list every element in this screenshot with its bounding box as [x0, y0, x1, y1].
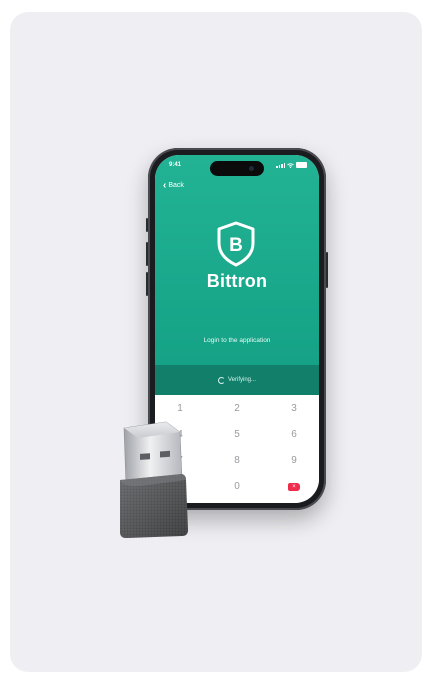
- dynamic-island: [210, 161, 264, 176]
- verifying-status-bar: Verifying...: [155, 365, 319, 395]
- status-time: 9:41: [169, 162, 182, 168]
- phone-action-button: [146, 218, 148, 232]
- shield-logo-icon: B: [217, 221, 255, 267]
- battery-icon: [296, 162, 307, 168]
- signal-icon: [276, 162, 285, 168]
- usb-security-key: [120, 421, 188, 538]
- verifying-label: Verifying...: [227, 377, 256, 383]
- key-9[interactable]: 9: [274, 455, 314, 466]
- key-8[interactable]: 8: [217, 455, 257, 466]
- app-header-area: 9:41 ‹ Back B Bittron Login to the appli…: [155, 155, 319, 365]
- key-2[interactable]: 2: [217, 403, 257, 414]
- key-5[interactable]: 5: [217, 429, 257, 440]
- phone-volume-up: [146, 242, 148, 266]
- brand-name: Bittron: [206, 271, 268, 291]
- back-label: Back: [168, 182, 184, 189]
- key-6[interactable]: 6: [274, 429, 314, 440]
- delete-key-icon[interactable]: ×: [288, 483, 300, 491]
- logo-letter: B: [229, 235, 243, 256]
- key-0[interactable]: 0: [217, 481, 257, 492]
- loading-spinner-icon: [217, 376, 225, 384]
- wifi-icon: [287, 162, 294, 168]
- status-icons: [276, 162, 307, 168]
- phone-volume-down: [146, 272, 148, 296]
- back-chevron-icon: ‹: [163, 180, 167, 191]
- key-3[interactable]: 3: [274, 403, 314, 414]
- phone-power-button: [326, 252, 328, 288]
- login-instruction: Login to the application: [203, 337, 271, 344]
- back-button[interactable]: ‹ Back: [163, 180, 184, 191]
- key-1[interactable]: 1: [160, 403, 200, 414]
